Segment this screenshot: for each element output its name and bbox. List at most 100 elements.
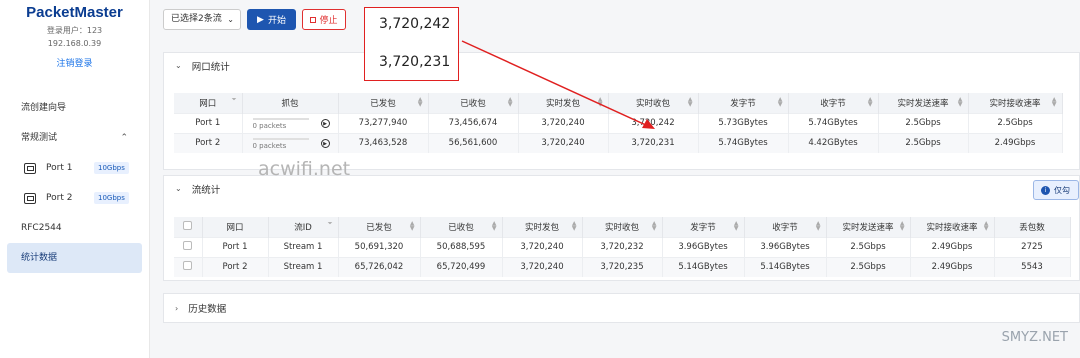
cell-rx-bytes: 5.14GBytes <box>744 256 827 277</box>
select-all-checkbox[interactable] <box>183 220 193 230</box>
speed-badge: 10Gbps <box>94 162 129 174</box>
stream-stats-table: 网口 流ID ⏷ 已发包 ▲ ▼ 已收包 ▲ ▼ 实时发包 ▲ ▼ 实时收包 ▲ ▼ 发字节 ▲ ▼ … <box>174 217 1071 277</box>
sort-icon[interactable]: ▲ ▼ <box>958 97 963 108</box>
table-header-row: 网口 流ID ⏷ 已发包 ▲ ▼ 已收包 ▲ ▼ 实时发包 ▲ ▼ 实时收包 ▲ ▼ 发字节 ▲ ▼ … <box>174 217 1071 237</box>
column-header[interactable]: 实时发包 ▲ ▼ <box>502 217 583 237</box>
sort-icon[interactable]: ▲ ▼ <box>652 221 657 232</box>
sort-icon[interactable]: ▲ ▼ <box>1052 97 1057 108</box>
column-header[interactable]: 实时发送速率 ▲ ▼ <box>826 217 911 237</box>
cell-tx-bytes: 5.74GBytes <box>698 132 789 153</box>
info-icon: i <box>1041 185 1050 195</box>
capture-progress <box>252 138 309 141</box>
selected-only-button[interactable]: i 仅勾 <box>1033 180 1079 200</box>
table-row: Port 2 Stream 1 65,726,042 65,720,499 3,… <box>174 256 1071 277</box>
column-header[interactable]: 网口 ⏷ <box>174 93 243 113</box>
sort-icon[interactable]: ▲ ▼ <box>418 97 423 108</box>
cell-port: Port 1 <box>202 236 269 257</box>
sort-icon[interactable]: ▲ ▼ <box>868 97 873 108</box>
column-header: 抓包 <box>242 93 339 113</box>
history-header[interactable]: › 历史数据 <box>164 294 1079 322</box>
history-panel: › 历史数据 <box>163 293 1080 323</box>
start-label: 开始 <box>267 16 286 26</box>
filter-icon[interactable]: ⏷ <box>232 97 237 103</box>
select-all-header <box>174 217 203 237</box>
sort-icon[interactable]: ▲ ▼ <box>598 97 603 108</box>
column-header[interactable]: 收字节 ▲ ▼ <box>744 217 827 237</box>
cell-rx-rate: 2.5Gbps <box>968 112 1063 133</box>
stream-stats-panel: ⌄ 流统计 i 仅勾 网口 流ID ⏷ 已发包 ▲ ▼ 已收包 ▲ ▼ 实时发包 ▲ ▼ 实时… <box>163 175 1080 281</box>
cell-rt-rx: 3,720,231 <box>608 132 699 153</box>
sidebar-nav: 流创建向导 常规测试 ⌃ Port 1 10Gbps Port 2 10Gbps… <box>0 93 149 273</box>
sort-icon[interactable]: ▲ ▼ <box>492 221 497 232</box>
speed-badge: 10Gbps <box>94 192 129 204</box>
cell-port: Port 1 <box>174 112 243 133</box>
chevron-right-icon: › <box>175 303 179 313</box>
start-button[interactable]: ▶ 开始 <box>247 9 296 30</box>
cell-capture: 0 packets ▶ <box>242 132 339 153</box>
logout-link[interactable]: 注销登录 <box>0 56 149 69</box>
column-header[interactable]: 实时发送速率 ▲ ▼ <box>878 93 969 113</box>
column-header[interactable]: 实时收包 ▲ ▼ <box>582 217 663 237</box>
sidebar-item-port-1[interactable]: Port 1 10Gbps <box>0 153 149 183</box>
play-capture-icon[interactable]: ▶ <box>320 118 330 128</box>
sort-icon[interactable]: ▲ ▼ <box>508 97 513 108</box>
sort-icon[interactable]: ▲ ▼ <box>688 97 693 108</box>
table-header-row: 网口 ⏷ 抓包 已发包 ▲ ▼ 已收包 ▲ ▼ 实时发包 ▲ ▼ 实时收包 ▲ ▼ 发字节 ▲ ▼ 收… <box>174 93 1063 113</box>
cell-tx-bytes: 3.96GBytes <box>662 236 745 257</box>
sort-icon[interactable]: ▲ ▼ <box>816 221 821 232</box>
sort-icon[interactable]: ▲ ▼ <box>778 97 783 108</box>
port-label: Port 1 <box>46 163 73 173</box>
sidebar-item-wizard[interactable]: 流创建向导 <box>0 93 142 123</box>
panel-title: 历史数据 <box>188 304 227 315</box>
sort-icon[interactable]: ▲ ▼ <box>900 221 905 232</box>
row-checkbox[interactable] <box>183 241 193 250</box>
column-header[interactable]: 已收包 ▲ ▼ <box>420 217 503 237</box>
sort-icon[interactable]: ▲ ▼ <box>572 221 577 232</box>
cell-tx: 73,277,940 <box>338 112 429 133</box>
filter-icon[interactable]: ⏷ <box>328 221 333 227</box>
cell-rt-tx: 3,720,240 <box>502 256 583 277</box>
cell-tx-rate: 2.5Gbps <box>878 132 969 153</box>
column-header[interactable]: 发字节 ▲ ▼ <box>662 217 745 237</box>
sort-icon[interactable]: ▲ ▼ <box>734 221 739 232</box>
annotation-callout: 3,720,242 3,720,231 <box>364 7 459 81</box>
column-header[interactable]: 已发包 ▲ ▼ <box>338 93 429 113</box>
column-header[interactable]: 实时接收速率 ▲ ▼ <box>968 93 1063 113</box>
cell-rt-rx: 3,720,232 <box>582 236 663 257</box>
stream-select[interactable]: 已选择2条流 ⌄ <box>163 9 241 30</box>
sidebar-item-statistics[interactable]: 统计数据 <box>7 243 142 273</box>
chevron-up-icon: ⌃ <box>120 133 128 143</box>
stream-select-value: 已选择2条流 <box>171 14 222 24</box>
column-header[interactable]: 实时发包 ▲ ▼ <box>518 93 609 113</box>
cell-rt-tx: 3,720,240 <box>502 236 583 257</box>
cell-rx: 73,456,674 <box>428 112 519 133</box>
column-header[interactable]: 实时接收速率 ▲ ▼ <box>910 217 995 237</box>
watermark-acwifi: acwifi.net <box>258 158 351 180</box>
chevron-down-icon: ⌄ <box>227 15 234 24</box>
sidebar-item-regular-test[interactable]: 常规测试 ⌃ <box>0 123 142 153</box>
column-header[interactable]: 实时收包 ▲ ▼ <box>608 93 699 113</box>
stop-button[interactable]: 停止 <box>302 9 346 30</box>
row-checkbox[interactable] <box>183 261 193 271</box>
sidebar-item-rfc2544[interactable]: RFC2544 <box>0 213 142 243</box>
column-header[interactable]: 已发包 ▲ ▼ <box>338 217 421 237</box>
toolbar: 已选择2条流 ⌄ ▶ 开始 停止 <box>163 9 346 30</box>
column-header[interactable]: 已收包 ▲ ▼ <box>428 93 519 113</box>
sort-icon[interactable]: ▲ ▼ <box>410 221 415 232</box>
column-header[interactable]: 发字节 ▲ ▼ <box>698 93 789 113</box>
sort-icon[interactable]: ▲ ▼ <box>984 221 989 232</box>
cell-tx-rate: 2.5Gbps <box>826 256 911 277</box>
cell-stream-id: Stream 1 <box>268 256 339 277</box>
column-header[interactable]: 收字节 ▲ ▼ <box>788 93 879 113</box>
cell-tx-bytes: 5.14GBytes <box>662 256 745 277</box>
column-header[interactable]: 流ID ⏷ <box>268 217 339 237</box>
port-stats-table: 网口 ⏷ 抓包 已发包 ▲ ▼ 已收包 ▲ ▼ 实时发包 ▲ ▼ 实时收包 ▲ ▼ 发字节 ▲ ▼ 收… <box>174 93 1063 153</box>
port-stats-header[interactable]: ⌄ 网口统计 <box>164 53 1079 78</box>
sidebar-item-port-2[interactable]: Port 2 10Gbps <box>0 183 149 213</box>
cell-tx: 73,463,528 <box>338 132 429 153</box>
callout-value-1: 3,720,242 <box>379 16 451 32</box>
ethernet-port-icon <box>24 192 36 204</box>
brand: PacketMaster 登录用户：123 192.168.0.39 注销登录 <box>0 0 149 69</box>
table-row: Port 1 Stream 1 50,691,320 50,688,595 3,… <box>174 236 1071 257</box>
play-capture-icon[interactable]: ▶ <box>320 138 330 148</box>
